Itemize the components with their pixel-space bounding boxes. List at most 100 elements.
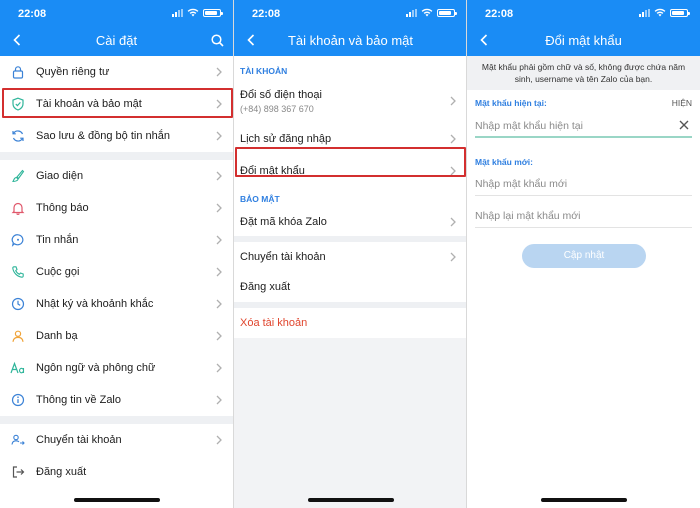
search-icon <box>210 33 224 47</box>
status-bar: 22:08 <box>0 0 233 26</box>
home-indicator <box>307 498 394 502</box>
contact-icon <box>10 328 26 344</box>
status-icons <box>406 8 457 17</box>
current-password-input[interactable]: Nhập mật khẩu hiện tại <box>475 114 692 138</box>
settings-item-label: Chuyển tài khoản <box>36 434 122 446</box>
settings-item-backup[interactable]: Sao lưu & đồng bộ tin nhắn <box>0 120 233 152</box>
bell-icon <box>10 200 26 216</box>
delete-account-label: Xóa tài khoản <box>240 317 308 329</box>
chevron-right-icon <box>216 435 222 445</box>
settings-item-diary[interactable]: Nhật ký và khoảnh khắc <box>0 288 233 320</box>
logout-label: Đăng xuất <box>240 281 291 293</box>
delete-account-item[interactable]: Xóa tài khoản <box>234 308 467 338</box>
settings-item-switch-account[interactable]: Chuyển tài khoản <box>0 424 233 456</box>
page-title: Cài đặt <box>95 33 138 48</box>
page-title: Tài khoản và bảo mật <box>287 33 414 48</box>
settings-item-calls[interactable]: Cuộc gọi <box>0 256 233 288</box>
phone-icon <box>10 264 26 280</box>
confirm-password-input[interactable]: Nhập lại mật khẩu mới <box>475 204 692 228</box>
settings-item-label: Danh bạ <box>36 330 78 342</box>
settings-item-messages[interactable]: Tin nhắn <box>0 224 233 256</box>
set-lock-label: Đặt mã khóa Zalo <box>240 216 327 228</box>
page-title: Đổi mật khẩu <box>545 33 622 48</box>
clear-icon[interactable] <box>678 119 690 131</box>
wifi-icon <box>187 8 199 17</box>
settings-item-logout[interactable]: Đăng xuất <box>0 456 233 488</box>
status-bar: 22:08 <box>467 0 700 26</box>
settings-item-language[interactable]: Ngôn ngữ và phông chữ <box>0 352 233 384</box>
settings-item-label: Tin nhắn <box>36 234 79 246</box>
update-button[interactable]: Cập nhật <box>522 244 646 268</box>
settings-item-contacts[interactable]: Danh bạ <box>0 320 233 352</box>
back-button[interactable] <box>475 30 493 50</box>
chevron-right-icon <box>216 395 222 405</box>
chevron-right-icon <box>216 363 222 373</box>
sync-icon <box>10 128 26 144</box>
home-indicator <box>540 498 627 502</box>
back-button[interactable] <box>242 30 260 50</box>
chevron-right-icon <box>450 96 456 106</box>
change-phone-item[interactable]: Đổi số điện thoại (+84) 898 367 670 <box>234 80 467 122</box>
settings-item-label: Quyền riêng tư <box>36 66 110 78</box>
switch-account-item[interactable]: Chuyển tài khoản <box>234 242 467 272</box>
brush-icon <box>10 168 26 184</box>
highlight-box <box>235 147 466 177</box>
status-time: 22:08 <box>18 8 47 20</box>
settings-item-label: Thông tin về Zalo <box>36 394 121 406</box>
settings-item-notifications[interactable]: Thông báo <box>0 192 233 224</box>
wifi-icon <box>654 8 666 17</box>
logout-item[interactable]: Đăng xuất <box>234 272 467 302</box>
header-bar: 22:08 Cài đặt <box>0 0 233 56</box>
settings-item-label: Đăng xuất <box>36 466 87 478</box>
chevron-right-icon <box>216 131 222 141</box>
nav-bar: Cài đặt <box>0 28 233 54</box>
new-password-placeholder: Nhập mật khẩu mới <box>475 178 568 190</box>
highlight-box <box>2 88 233 118</box>
set-lock-item[interactable]: Đặt mã khóa Zalo <box>234 208 467 236</box>
account-security-list: TÀI KHOẢN Đổi số điện thoại (+84) 898 36… <box>234 56 467 338</box>
section-header-account: TÀI KHOẢN <box>234 56 467 80</box>
chevron-right-icon <box>216 67 222 77</box>
battery-icon <box>203 8 223 17</box>
section-header-security: BẢO MẬT <box>234 186 467 208</box>
login-history-label: Lịch sử đăng nhập <box>240 133 332 145</box>
wifi-icon <box>421 8 433 17</box>
settings-item-privacy[interactable]: Quyền riêng tư <box>0 56 233 88</box>
header-bar: 22:08 Tài khoản và bảo mật <box>234 0 467 56</box>
nav-bar: Đổi mật khẩu <box>467 28 700 54</box>
settings-item-label: Sao lưu & đồng bộ tin nhắn <box>36 130 170 142</box>
chevron-right-icon <box>450 252 456 262</box>
status-time: 22:08 <box>485 8 514 20</box>
chevron-left-icon <box>13 34 21 46</box>
clock-icon <box>10 296 26 312</box>
status-icons <box>639 8 690 17</box>
settings-item-about[interactable]: Thông tin về Zalo <box>0 384 233 416</box>
settings-screen: 22:08 Cài đặt Quyền riêng tư Tài khoản v… <box>0 0 233 508</box>
confirm-password-placeholder: Nhập lại mật khẩu mới <box>475 210 581 222</box>
settings-item-appearance[interactable]: Giao diện <box>0 160 233 192</box>
new-password-label: Mật khẩu mới: <box>475 157 533 167</box>
new-password-input[interactable]: Nhập mật khẩu mới <box>475 172 692 196</box>
info-icon <box>10 392 26 408</box>
search-button[interactable] <box>207 30 227 50</box>
settings-item-label: Giao diện <box>36 170 84 182</box>
back-button[interactable] <box>8 30 26 50</box>
signal-icon <box>406 8 417 17</box>
screenshot-collage: 22:08 Cài đặt Quyền riêng tư Tài khoản v… <box>0 0 700 508</box>
chevron-right-icon <box>216 299 222 309</box>
signal-icon <box>172 8 183 17</box>
settings-item-label: Nhật ký và khoảnh khắc <box>36 298 154 310</box>
chevron-right-icon <box>450 217 456 227</box>
current-password-label: Mật khẩu hiện tại: <box>475 98 547 108</box>
nav-bar: Tài khoản và bảo mật <box>234 28 467 54</box>
battery-icon <box>437 8 457 17</box>
show-password-button[interactable]: HIỆN <box>672 98 692 108</box>
settings-item-label: Thông báo <box>36 202 89 214</box>
chevron-right-icon <box>216 171 222 181</box>
settings-item-label: Ngôn ngữ và phông chữ <box>36 362 156 374</box>
logout-icon <box>10 464 26 480</box>
password-requirement-note: Mật khẩu phải gồm chữ và số, không được … <box>467 56 700 90</box>
change-phone-label: Đổi số điện thoại <box>240 88 322 101</box>
chevron-right-icon <box>216 331 222 341</box>
status-time: 22:08 <box>252 8 281 20</box>
